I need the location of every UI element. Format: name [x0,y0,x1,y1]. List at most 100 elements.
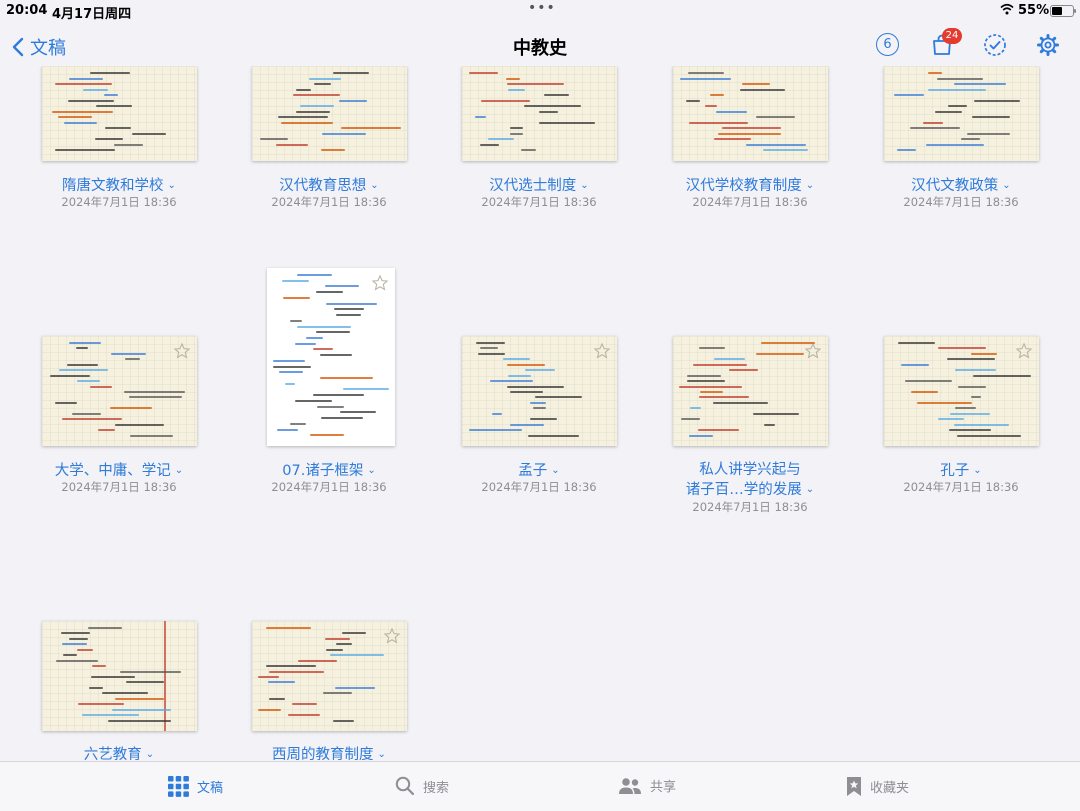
handwriting-stroke [974,99,1021,102]
handwriting-stroke [55,401,77,404]
handwriting-stroke [729,369,759,372]
handwriting-stroke [81,714,140,717]
document-thumbnail[interactable] [252,66,407,161]
document-title[interactable]: 孔子 ⌄ [856,461,1066,481]
handwriting-stroke [686,99,700,102]
document-thumbnail[interactable] [884,336,1039,446]
handwriting-stroke [119,670,182,673]
document-title[interactable]: 汉代选士制度 ⌄ [434,176,644,196]
document-date: 2024年7月1日 18:36 [481,195,597,209]
people-icon [619,777,641,794]
document-title[interactable]: 07.诸子框架 ⌄ [224,461,434,481]
document-date: 2024年7月1日 18:36 [903,480,1019,494]
document-thumbnail[interactable] [462,66,617,161]
document-thumbnail[interactable] [462,336,617,446]
tab-search[interactable]: 搜索 [395,776,449,796]
handwriting-stroke [704,105,717,108]
back-label: 文稿 [30,38,66,59]
handwriting-stroke [334,686,375,689]
handwriting-stroke [901,363,929,366]
tab-documents[interactable]: 文稿 [168,776,223,797]
document-title[interactable]: 汉代文教政策 ⌄ [856,176,1066,196]
handwriting-stroke [104,94,119,97]
handwriting-stroke [335,314,361,317]
handwriting-stroke [686,374,722,377]
handwriting-stroke [77,380,100,383]
handwriting-stroke [294,342,316,345]
document-thumbnail[interactable] [42,66,197,161]
document-title[interactable]: 西周的教育制度 ⌄ [224,745,434,760]
handwriting-stroke [325,285,359,288]
select-button[interactable] [983,33,1007,57]
document-title[interactable]: 私人讲学兴起与 [645,461,855,480]
handwriting-stroke [54,83,113,86]
handwriting-stroke [129,434,174,437]
document-title[interactable]: 孟子 ⌄ [434,461,644,481]
document-title-line2[interactable]: 诸子百…学的发展 ⌄ [645,480,855,500]
notebooks-button[interactable]: 24 [930,28,962,57]
handwriting-stroke [68,637,88,640]
handwriting-stroke [276,143,308,146]
handwriting-stroke [904,380,952,383]
document-title[interactable]: 隋唐文教和学校 ⌄ [14,176,224,196]
document-title[interactable]: 汉代教育思想 ⌄ [224,176,434,196]
handwriting-stroke [925,143,985,146]
handwriting-stroke [333,308,364,311]
document-title[interactable]: 大学、中庸、学记 ⌄ [14,461,224,481]
star-icon[interactable] [383,627,401,645]
multitasking-dots[interactable]: ••• [528,0,556,16]
back-button[interactable]: 文稿 [12,34,66,60]
document-thumbnail[interactable] [42,336,197,446]
handwriting-stroke [716,110,747,113]
document-thumbnail[interactable] [42,621,197,731]
document-thumbnail[interactable] [673,336,828,446]
document-thumbnail[interactable] [267,268,395,446]
handwriting-stroke [756,352,804,355]
star-icon[interactable] [371,274,389,292]
handwriting-stroke [319,354,352,357]
tab-favorites[interactable]: 收藏夹 [846,776,909,797]
handwriting-stroke [505,77,521,80]
handwriting-stroke [506,83,565,86]
handwriting-stroke [761,342,815,344]
tab-label: 收藏夹 [870,781,910,796]
settings-button[interactable] [1036,33,1060,57]
tab-shared[interactable]: 共享 [618,776,676,795]
document-title[interactable]: 六艺教育 ⌄ [14,745,224,760]
handwriting-stroke [310,434,345,437]
handwriting-stroke [339,99,368,102]
handwriting-stroke [923,121,944,124]
star-icon[interactable] [173,342,191,360]
tab-label: 搜索 [423,780,450,796]
document-thumbnail[interactable] [673,66,828,161]
star-icon[interactable] [1015,342,1033,360]
handwriting-stroke [123,391,186,393]
handwriting-stroke [764,423,775,426]
handwriting-stroke [313,83,332,86]
battery-icon [1050,5,1076,17]
star-icon[interactable] [804,342,822,360]
count-button[interactable]: 6 [876,33,899,56]
handwriting-stroke [64,121,97,124]
document-title[interactable]: 汉代学校教育制度 ⌄ [645,176,855,196]
handwriting-stroke [61,418,122,421]
handwriting-stroke [313,348,333,351]
handwriting-stroke [949,412,991,415]
handwriting-stroke [67,363,99,366]
document-thumbnail[interactable] [252,621,407,731]
handwriting-stroke [712,401,769,404]
handwriting-stroke [530,401,546,404]
handwriting-stroke [97,429,116,432]
document-date: 2024年7月1日 18:36 [692,195,808,209]
handwriting-stroke [507,374,532,377]
handwriting-stroke [686,380,725,383]
tab-bar: 文稿 搜索 共享 收藏夹 [0,761,1080,811]
star-icon[interactable] [593,342,611,360]
handwriting-stroke [326,648,344,651]
handwriting-stroke [756,116,795,119]
handwriting-stroke [89,686,103,689]
document-thumbnail[interactable] [884,66,1039,161]
wifi-icon [1000,3,1014,15]
handwriting-stroke [297,325,352,328]
handwriting-stroke [680,418,701,421]
